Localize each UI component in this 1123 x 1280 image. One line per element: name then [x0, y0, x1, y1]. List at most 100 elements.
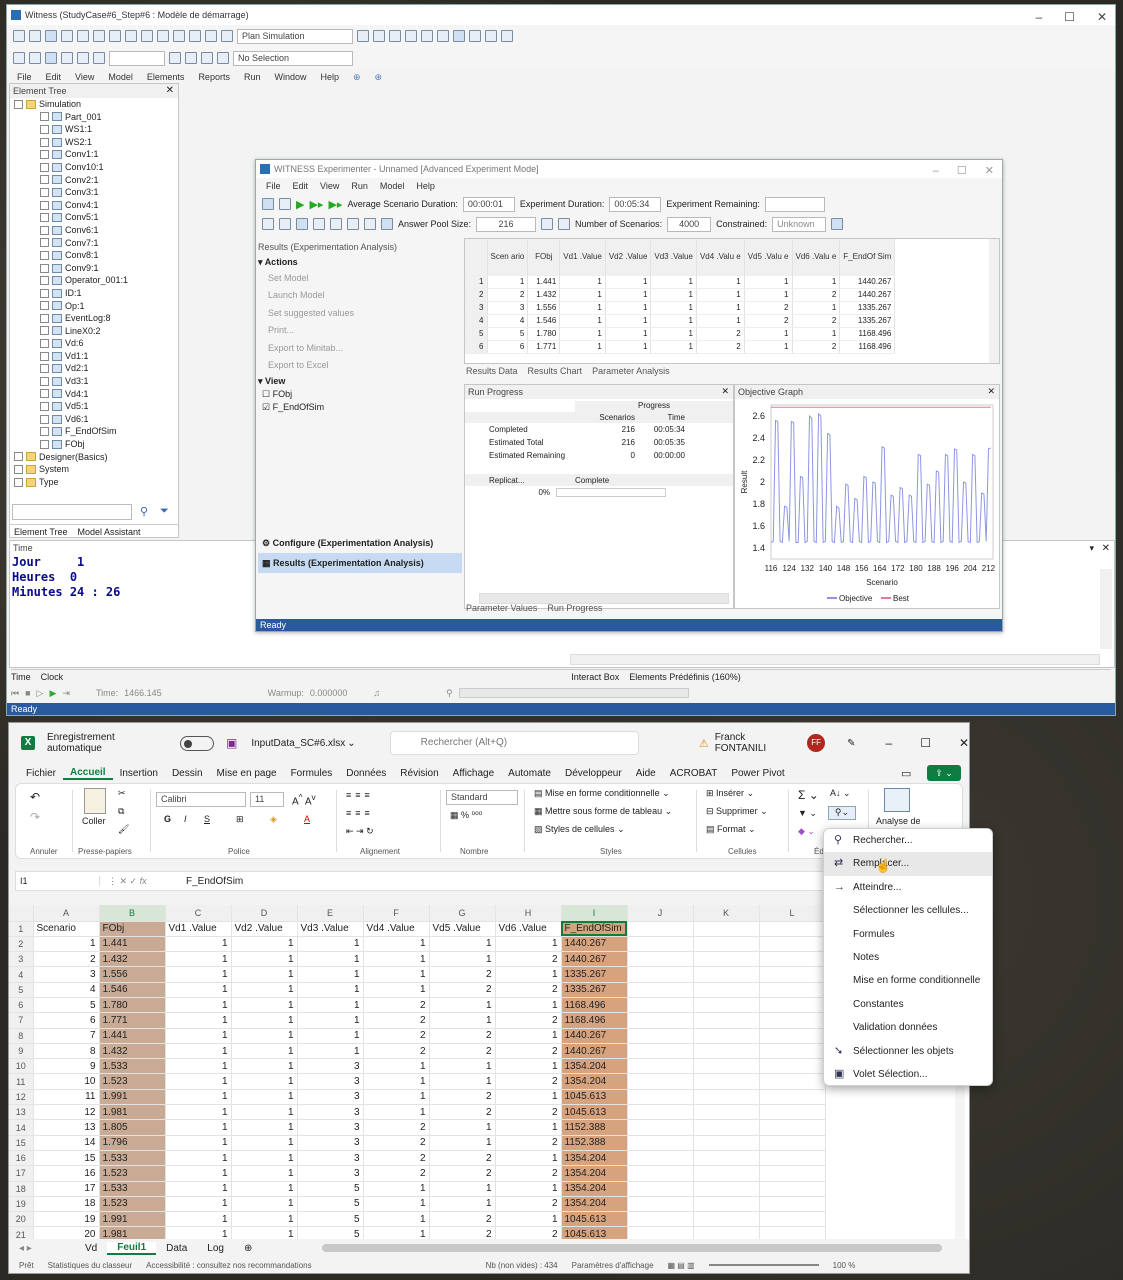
cell[interactable]: 3: [297, 1089, 364, 1106]
cell[interactable]: 2: [495, 1165, 562, 1182]
cell[interactable]: 1.991: [99, 1211, 166, 1228]
cell[interactable]: 1: [231, 1073, 298, 1090]
cell[interactable]: 2: [429, 1211, 496, 1228]
tree-item[interactable]: Vd3:1: [14, 375, 178, 388]
find-select-icon[interactable]: ⚲⌄: [828, 806, 856, 820]
menu-item[interactable]: Formules: [824, 923, 992, 946]
font-name-select[interactable]: Calibri: [156, 792, 246, 807]
copy-icon[interactable]: [125, 30, 137, 42]
plan-select[interactable]: Plan Simulation: [237, 28, 353, 44]
cell[interactable]: 1: [495, 1211, 562, 1228]
cell[interactable]: 1354.204: [561, 1058, 628, 1075]
horizontal-scrollbar[interactable]: [570, 654, 1100, 665]
cell[interactable]: 2: [495, 1073, 562, 1090]
grow-font-icon[interactable]: A^ Av: [292, 792, 316, 807]
action-item[interactable]: Export to Minitab...: [258, 340, 462, 357]
zoom-in-icon[interactable]: [405, 30, 417, 42]
ribbon-tab[interactable]: Formules: [284, 768, 340, 779]
row-header[interactable]: 11: [9, 1073, 34, 1090]
paste-button[interactable]: Coller: [82, 816, 106, 826]
header-cell[interactable]: Vd4 .Value: [363, 921, 430, 937]
cell[interactable]: 1.432: [99, 1043, 166, 1060]
zoom-out-icon[interactable]: [421, 30, 433, 42]
cell[interactable]: 1: [363, 1104, 430, 1121]
sheet-tab-feuil1[interactable]: Feuil1: [107, 1241, 157, 1255]
ribbon-tab[interactable]: Mise en page: [210, 768, 284, 779]
cell[interactable]: 13: [33, 1119, 100, 1136]
cell[interactable]: 2: [429, 1150, 496, 1167]
cell[interactable]: 2: [495, 1104, 562, 1121]
row-header[interactable]: 5: [9, 982, 34, 998]
zoom-window-icon[interactable]: [453, 30, 465, 42]
menu-item[interactable]: Sélectionner les cellules...: [824, 899, 992, 922]
action-item[interactable]: Print...: [258, 322, 462, 339]
menu-file[interactable]: File: [17, 72, 32, 82]
cell[interactable]: 1: [231, 1165, 298, 1182]
cell[interactable]: 2: [363, 1150, 430, 1167]
search-input[interactable]: Rechercher (Alt+Q): [389, 731, 639, 755]
cell[interactable]: 1: [231, 1196, 298, 1213]
comment-icon[interactable]: ▭: [901, 767, 911, 780]
column-header[interactable]: H: [495, 905, 562, 922]
tree-item[interactable]: Conv10:1: [14, 161, 178, 174]
italic-icon[interactable]: I: [184, 814, 187, 824]
column-header[interactable]: E: [297, 905, 364, 922]
menu-model[interactable]: Model: [108, 72, 133, 82]
cell[interactable]: 1: [165, 1181, 232, 1197]
connect-icon[interactable]: [185, 52, 197, 64]
tree-item[interactable]: Vd5:1: [14, 400, 178, 413]
bell-icon[interactable]: ♫: [373, 688, 380, 698]
zoom-slider[interactable]: [708, 1264, 819, 1266]
walk-icon[interactable]: ⇥: [62, 688, 70, 699]
cell[interactable]: 15: [33, 1150, 100, 1167]
menu-edit[interactable]: Edit: [46, 72, 62, 82]
cell[interactable]: 1.991: [99, 1089, 166, 1106]
tab-time[interactable]: Time: [11, 672, 31, 682]
ribbon-tab[interactable]: Accueil: [63, 767, 113, 780]
cell[interactable]: 1354.204: [561, 1165, 628, 1182]
save-experiment-icon[interactable]: [296, 218, 308, 230]
cell[interactable]: 5: [33, 997, 100, 1014]
cell[interactable]: 1: [165, 1135, 232, 1151]
status-accessibility[interactable]: Accessibilité : consultez nos recommanda…: [146, 1261, 311, 1270]
cell[interactable]: 1354.204: [561, 1181, 628, 1197]
cell[interactable]: 2: [495, 1043, 562, 1060]
cell[interactable]: 1045.613: [561, 1104, 628, 1121]
calculator-icon[interactable]: [831, 218, 844, 230]
row-header[interactable]: 16: [9, 1150, 34, 1167]
clear-pool-icon[interactable]: [541, 218, 554, 230]
header-cell[interactable]: Vd5 .Value: [429, 921, 496, 937]
cell[interactable]: 2: [363, 1028, 430, 1044]
fill-icon[interactable]: ▼ ⌄: [798, 808, 817, 819]
grid-header[interactable]: Vd5 .Valu e: [744, 239, 793, 276]
cell[interactable]: 1: [165, 1104, 232, 1121]
filter-icon[interactable]: ⏷: [160, 505, 169, 518]
exp-menu-view[interactable]: View: [320, 181, 339, 191]
cell[interactable]: 2: [429, 1028, 496, 1044]
pen-icon[interactable]: ✎: [847, 738, 855, 749]
column-header[interactable]: F: [363, 905, 430, 922]
run-icon[interactable]: ▶: [296, 198, 304, 211]
route-icon[interactable]: [201, 52, 213, 64]
tab-results-chart[interactable]: Results Chart: [528, 366, 583, 376]
cell[interactable]: 7: [33, 1028, 100, 1044]
cell[interactable]: 1: [363, 1073, 430, 1090]
cell[interactable]: 1: [495, 936, 562, 953]
cell[interactable]: 16: [33, 1165, 100, 1182]
cell[interactable]: 1335.267: [561, 966, 628, 983]
row-header[interactable]: 12: [9, 1089, 34, 1106]
cell[interactable]: 1.796: [99, 1135, 166, 1151]
cell[interactable]: 2: [429, 1104, 496, 1121]
row-header[interactable]: 15: [9, 1135, 34, 1151]
cell[interactable]: 1354.204: [561, 1073, 628, 1090]
column-header[interactable]: K: [693, 905, 760, 922]
cell[interactable]: 1: [297, 1028, 364, 1044]
tree-item[interactable]: FObj: [14, 438, 178, 451]
cell[interactable]: 1: [165, 1119, 232, 1136]
exp-menu-model[interactable]: Model: [380, 181, 405, 191]
grid-header[interactable]: FObj: [527, 239, 561, 276]
cell[interactable]: 1.523: [99, 1165, 166, 1182]
grid-row[interactable]: 2 2 1.432 1 1 1 1 1 2 1440.267: [465, 288, 896, 302]
menu-item[interactable]: ⚲ Rechercher...: [824, 829, 992, 852]
cell[interactable]: 1: [231, 1150, 298, 1167]
